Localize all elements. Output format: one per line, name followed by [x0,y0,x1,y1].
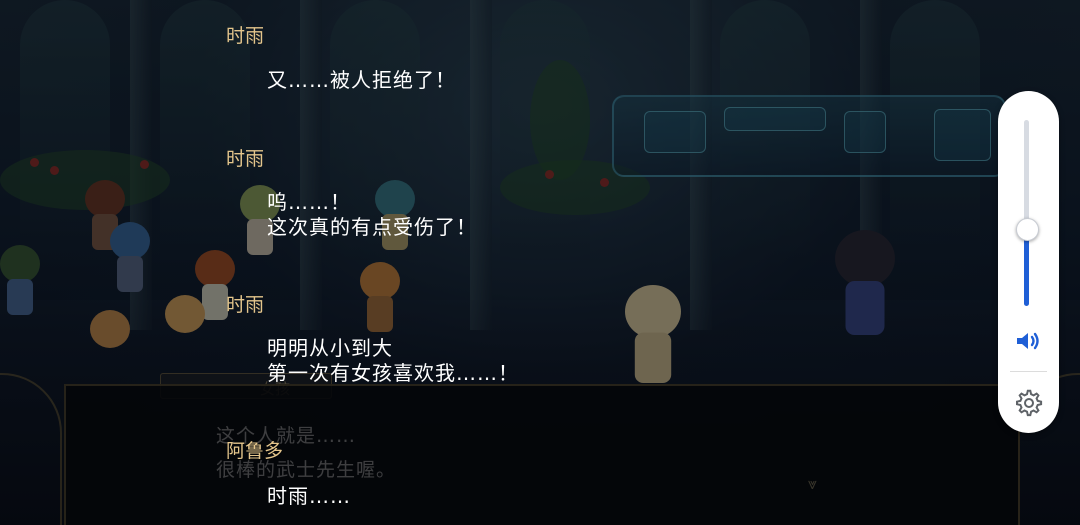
divider [1010,371,1047,372]
log-line: 时雨…… [267,484,351,508]
log-line: 又……被人拒绝了！ [267,68,456,92]
backlog-overlay[interactable] [0,0,1080,525]
volume-slider[interactable] [1016,120,1039,306]
log-speaker-name: 时雨 [226,294,265,316]
gear-icon[interactable] [1014,388,1044,418]
log-line: 这次真的有点受伤了！ [267,215,477,239]
log-speaker-name: 时雨 [226,148,265,170]
log-line: 第一次有女孩喜欢我……！ [267,361,519,385]
speaker-volume-icon[interactable] [1014,329,1044,353]
log-speaker-name: 阿鲁多 [226,440,284,462]
log-speaker-name: 时雨 [226,25,265,47]
game-scene-background: 女孩 这个人就是…… 很棒的武士先生喔。 ⩔ [0,0,1080,525]
volume-slider-thumb[interactable] [1016,217,1039,241]
volume-panel [998,91,1059,433]
